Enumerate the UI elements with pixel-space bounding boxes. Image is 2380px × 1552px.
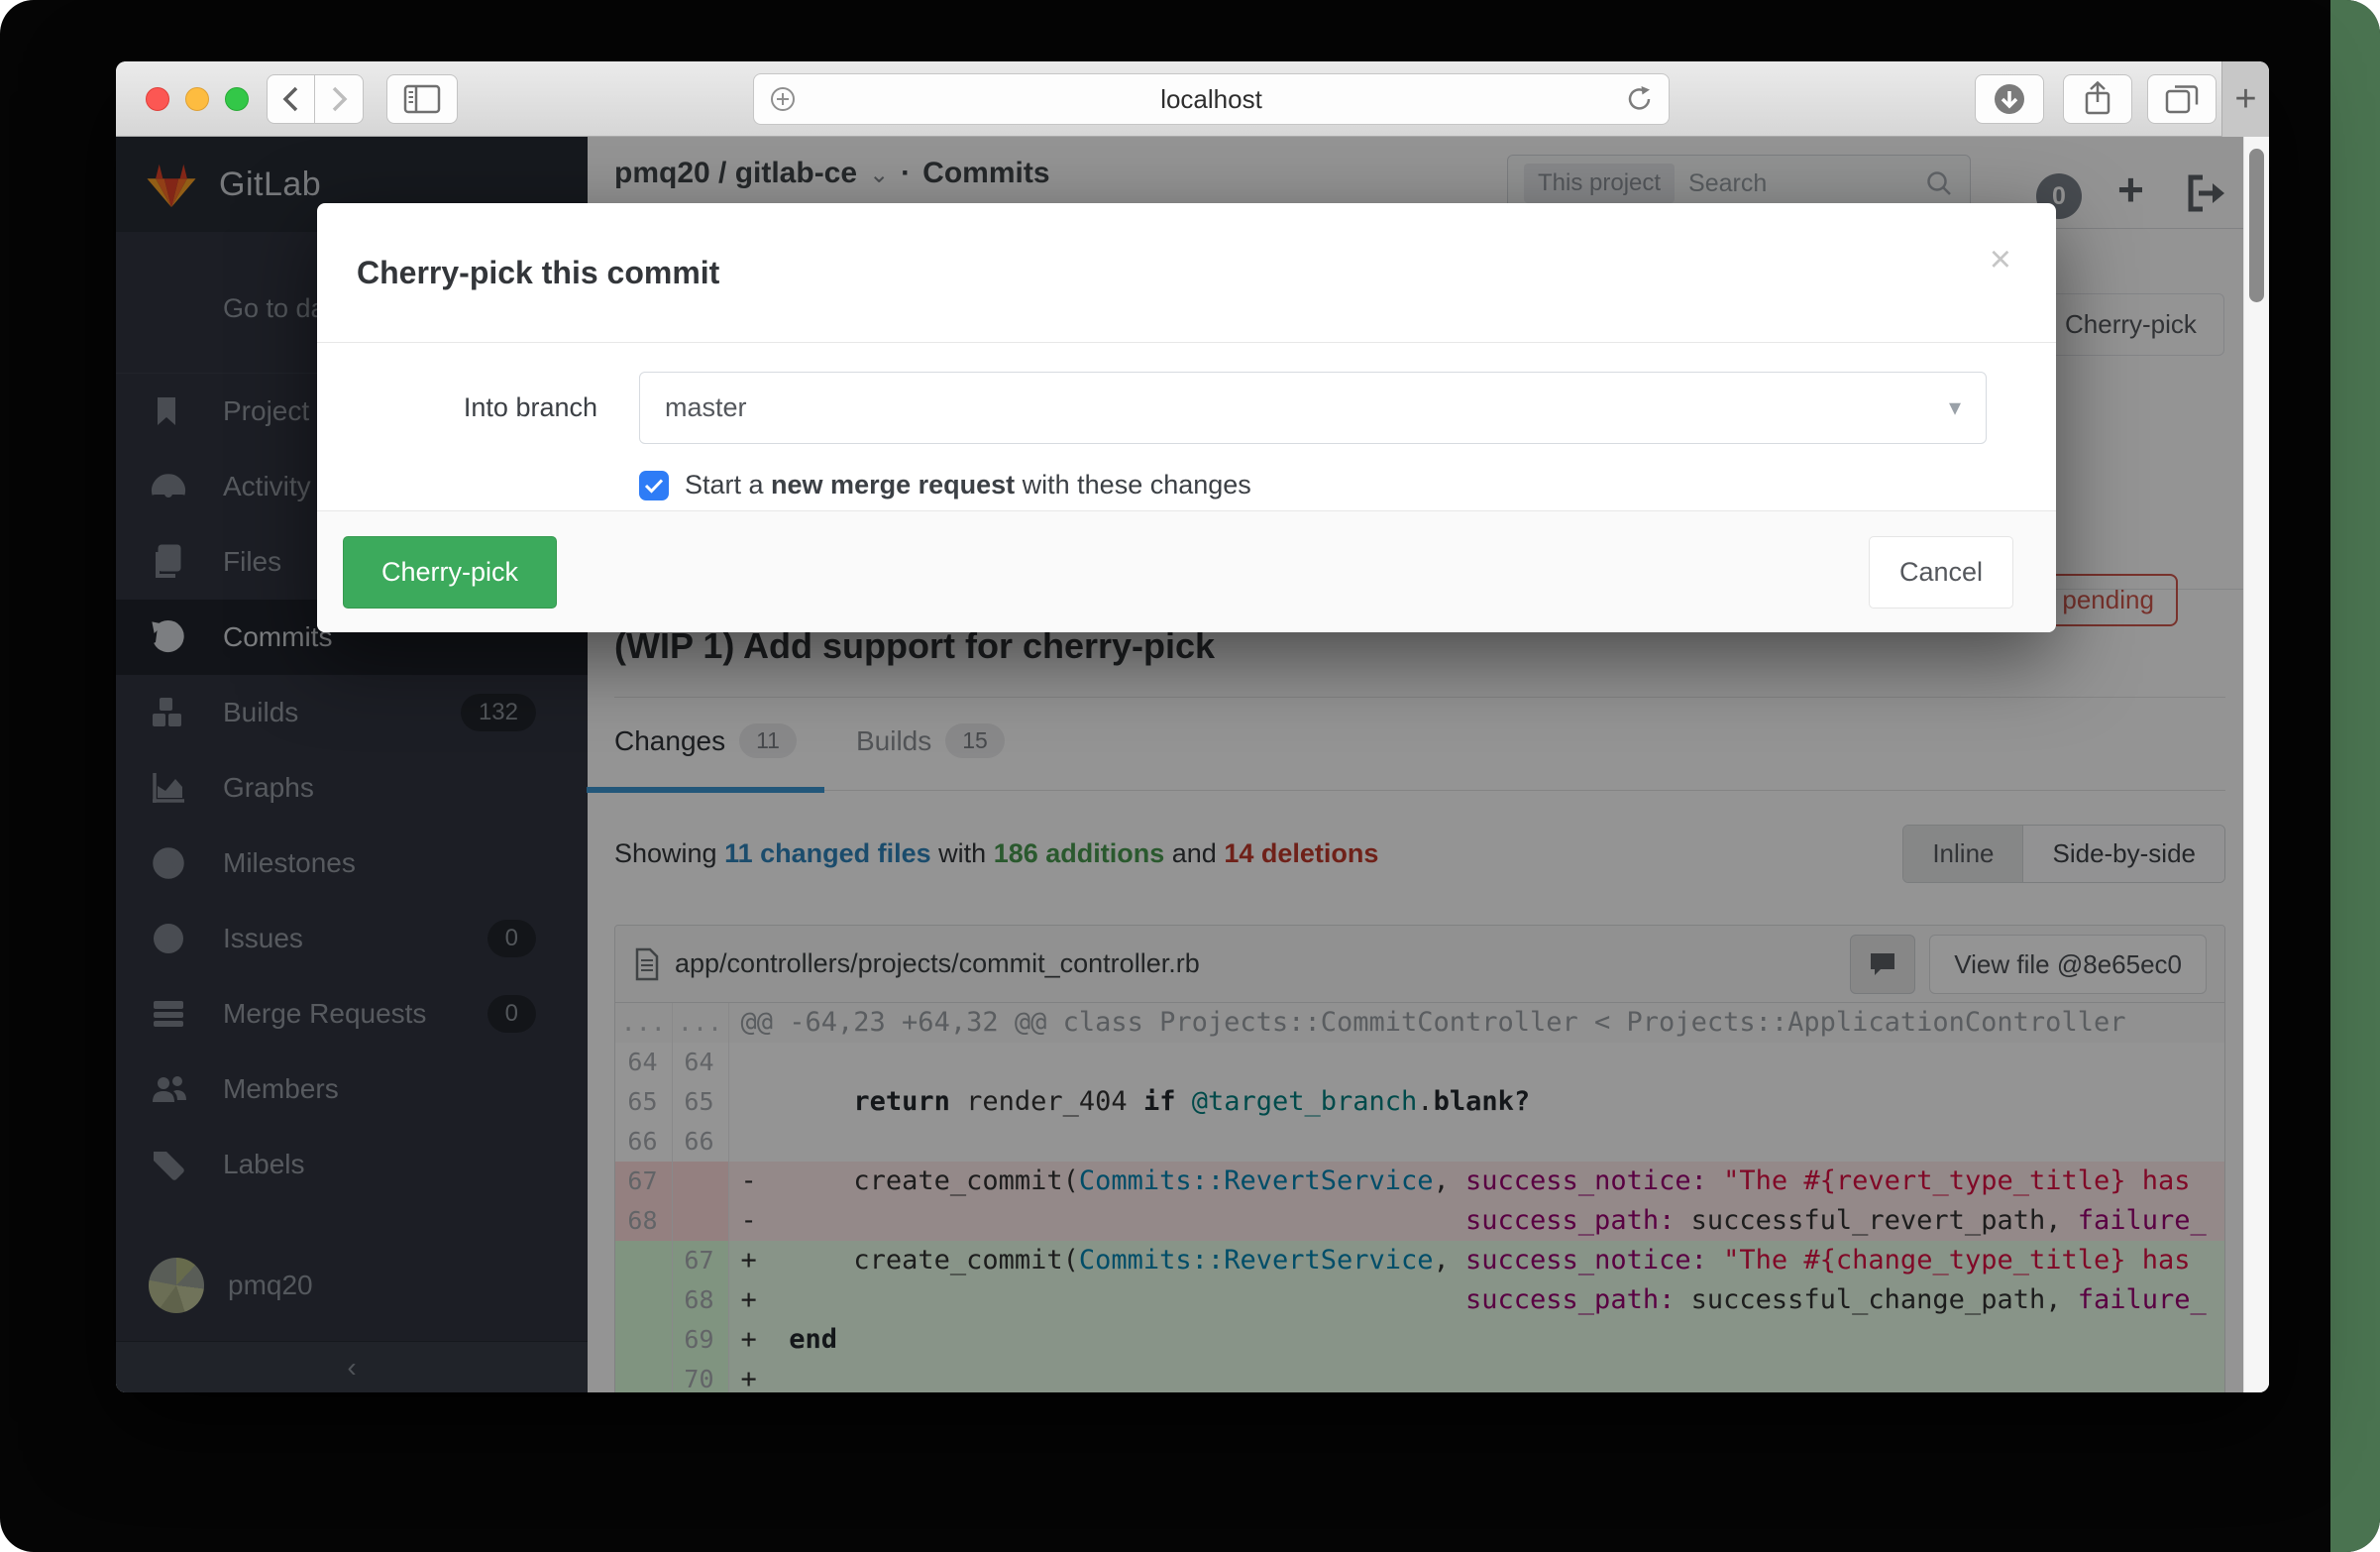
share-button[interactable] — [2063, 74, 2132, 124]
modal-header: Cherry-pick this commit × — [317, 203, 2056, 343]
minimize-window-button[interactable] — [185, 87, 209, 111]
checkmark-icon — [644, 478, 664, 494]
back-button[interactable] — [267, 74, 315, 124]
close-icon[interactable]: × — [1990, 241, 2011, 278]
window-controls — [146, 87, 249, 111]
sidebar-toggle-button[interactable] — [386, 74, 458, 124]
url-text: localhost — [798, 84, 1625, 115]
cherry-pick-modal: Cherry-pick this commit × Into branch ma… — [317, 203, 2056, 632]
downloads-button[interactable] — [1975, 74, 2044, 124]
scrollbar-thumb[interactable] — [2249, 149, 2264, 302]
branch-select[interactable]: master ▾ — [639, 372, 1987, 444]
tab-overview-button[interactable] — [2147, 74, 2217, 124]
new-tab-button[interactable]: + — [2221, 61, 2269, 137]
select-caret-icon: ▾ — [1949, 393, 1961, 422]
merge-request-checkbox[interactable] — [639, 471, 669, 500]
desktop: localhost — [0, 0, 2380, 1552]
download-icon — [1992, 81, 2027, 117]
zoom-window-button[interactable] — [225, 87, 249, 111]
branch-select-value: master — [665, 392, 747, 423]
chevron-right-icon — [324, 82, 354, 116]
forward-button[interactable] — [315, 74, 364, 124]
into-branch-label: Into branch — [357, 392, 639, 423]
chevron-left-icon — [276, 82, 306, 116]
browser-toolbar: localhost — [116, 61, 2269, 137]
scrollbar[interactable] — [2243, 137, 2269, 1392]
tabs-icon — [2163, 82, 2201, 116]
merge-request-checkbox-row: Start a new merge request with these cha… — [639, 470, 2016, 500]
modal-title: Cherry-pick this commit — [357, 255, 719, 290]
branch-row: Into branch master ▾ — [357, 372, 1987, 444]
page-viewport: GitLab Go to dashboard Project Activity — [116, 137, 2269, 1392]
desktop-wallpaper — [2330, 0, 2380, 1552]
reader-plus-icon — [768, 84, 798, 114]
sidebar-icon — [402, 83, 442, 115]
reload-icon[interactable] — [1625, 83, 1655, 115]
close-window-button[interactable] — [146, 87, 169, 111]
cherry-pick-confirm-button[interactable]: Cherry-pick — [343, 536, 557, 609]
safari-window: localhost — [116, 61, 2269, 1392]
share-icon — [2081, 80, 2114, 118]
modal-footer: Cherry-pick Cancel — [317, 510, 2056, 632]
address-bar[interactable]: localhost — [753, 73, 1670, 125]
cancel-button[interactable]: Cancel — [1869, 536, 2013, 609]
checkbox-label: Start a new merge request with these cha… — [685, 470, 1251, 500]
